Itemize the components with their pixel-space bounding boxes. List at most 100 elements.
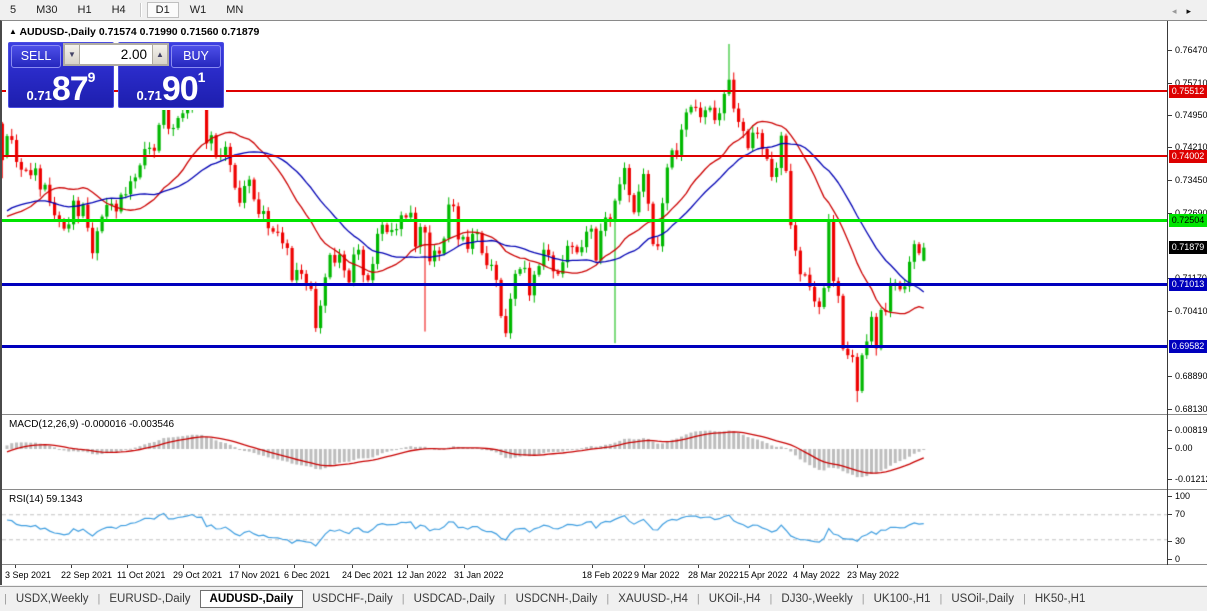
price-tick-label: 0.76470: [1175, 45, 1207, 55]
panel-collapse-icon[interactable]: ▲: [9, 27, 17, 36]
level-price-badge: 0.72504: [1169, 214, 1207, 228]
level-line[interactable]: [2, 283, 1167, 287]
tab-scroll-left-icon[interactable]: ◂: [1172, 6, 1187, 16]
date-tick-mark: [644, 565, 645, 568]
tab-eurusd-daily[interactable]: EURUSD-,Daily: [100, 590, 199, 608]
tab-hk50-h1[interactable]: HK50-,H1: [1026, 590, 1095, 608]
volume-decrease-button[interactable]: ▼: [64, 44, 80, 65]
rsi-tick-dash: [1168, 558, 1172, 560]
toolbar-separator: [139, 3, 142, 17]
date-tick-label: 22 Sep 2021: [61, 570, 113, 580]
tab-uk100-h1[interactable]: UK100-,H1: [865, 590, 940, 608]
timeframe-button-h1[interactable]: H1: [69, 2, 101, 18]
macd-indicator-pane: MACD(12,26,9) -0.000016 -0.003546: [2, 415, 1167, 489]
date-tick-mark: [71, 565, 72, 568]
date-tick-mark: [857, 565, 858, 568]
level-price-badge: 0.69582: [1169, 340, 1207, 353]
price-tick-dash: [1168, 147, 1172, 149]
date-tick-label: 24 Dec 2021: [342, 570, 394, 580]
tab-usdcnh-daily[interactable]: USDCNH-,Daily: [507, 590, 607, 608]
level-line[interactable]: [2, 155, 1167, 158]
macd-canvas[interactable]: [2, 415, 1167, 489]
rsi-canvas[interactable]: [2, 490, 1167, 564]
timeframe-button-m30[interactable]: M30: [27, 2, 66, 18]
buy-button[interactable]: BUY: [171, 45, 221, 68]
price-tick-dash: [1168, 409, 1172, 411]
tab-usdcad-daily[interactable]: USDCAD-,Daily: [405, 590, 504, 608]
date-tick-mark: [352, 565, 353, 568]
date-tick-mark: [183, 565, 184, 568]
chart-symbol-period: AUDUSD-,Daily: [19, 26, 96, 38]
tab-usdchf-daily[interactable]: USDCHF-,Daily: [303, 590, 402, 608]
date-tick-mark: [464, 565, 465, 568]
price-tick-label: 0.73450: [1175, 175, 1207, 185]
sell-price: 0.71879: [9, 70, 113, 106]
volume-input[interactable]: 2.00: [80, 44, 152, 65]
one-click-trading-panel: SELL 0.71879 BUY 0.71901 ▼ 2.00 ▲: [8, 42, 224, 108]
rsi-tick-label: 30: [1175, 536, 1186, 546]
timeframe-button-5[interactable]: 5: [1, 2, 25, 18]
date-tick-mark: [407, 565, 408, 568]
level-price-badge: 0.75512: [1169, 84, 1207, 98]
rsi-tick-dash: [1168, 496, 1172, 497]
rsi-tick-label: 70: [1175, 508, 1186, 519]
date-tick-label: 31 Jan 2022: [454, 570, 504, 580]
chart-header: ▲ AUDUSD-,Daily 0.71574 0.71990 0.71560 …: [9, 26, 259, 38]
tab-audusd-daily[interactable]: AUDUSD-,Daily: [199, 590, 304, 608]
price-tick-label: 0.68130: [1175, 404, 1207, 415]
timeframe-button-h4[interactable]: H4: [103, 2, 135, 18]
macd-tick-dash: [1168, 448, 1172, 449]
rsi-tick-dash: [1168, 541, 1172, 542]
buy-price: 0.71901: [119, 70, 223, 106]
level-price-badge: 0.74002: [1169, 149, 1207, 163]
price-tick-dash: [1168, 310, 1172, 312]
sell-button[interactable]: SELL: [11, 45, 61, 68]
rsi-tick-label: 100: [1175, 491, 1191, 501]
date-tick-label: 9 Mar 2022: [634, 570, 680, 580]
tab-scroll-right-icon[interactable]: ▸: [1186, 6, 1201, 16]
buy-price-sup: 1: [197, 69, 206, 85]
volume-increase-button[interactable]: ▲: [152, 44, 168, 65]
time-axis[interactable]: 3 Sep 2021 22 Sep 2021 11 Oct 2021 29 Oct 2…: [2, 565, 1207, 585]
tab-xauusd-h4[interactable]: XAUUSD-,H4: [609, 590, 697, 608]
date-tick-mark: [803, 565, 804, 568]
date-tick-mark: [698, 565, 699, 568]
current-price-badge: 0.71879: [1169, 241, 1207, 255]
tab-usoil-daily[interactable]: USOil-,Daily: [942, 590, 1023, 608]
tab-dj30-weekly[interactable]: DJ30-,Weekly: [772, 590, 861, 608]
date-tick-label: 4 May 2022: [793, 570, 841, 580]
price-tick-dash: [1168, 180, 1172, 181]
chart-window: ▲ AUDUSD-,Daily 0.71574 0.71990 0.71560 …: [0, 20, 1207, 585]
timeframe-button-d1[interactable]: D1: [146, 2, 179, 18]
date-tick-label: 17 Nov 2021: [229, 570, 281, 580]
date-tick-mark: [127, 565, 128, 568]
level-line[interactable]: [2, 219, 1167, 223]
level-line[interactable]: [2, 345, 1167, 348]
macd-tick-label: -0.01212: [1175, 474, 1207, 484]
timeframe-button-mn[interactable]: MN: [217, 2, 252, 18]
rsi-tick-dash: [1168, 513, 1172, 515]
date-tick-label: 28 Mar 2022: [688, 570, 739, 580]
date-tick-label: 29 Oct 2021: [173, 570, 223, 580]
price-tick-label: 0.68890: [1175, 371, 1207, 382]
date-tick-label: 15 Apr 2022: [739, 570, 788, 580]
macd-label: MACD(12,26,9) -0.000016 -0.003546: [9, 419, 175, 430]
chart-ohlc-values: 0.71574 0.71990 0.71560 0.71879: [98, 26, 260, 38]
date-tick-label: 11 Oct 2021: [117, 570, 166, 580]
tab-ukoil-h4[interactable]: UKOil-,H4: [700, 590, 770, 608]
price-tick-dash: [1168, 115, 1172, 117]
sell-price-big: 87: [51, 70, 89, 108]
date-tick-label: 18 Feb 2022: [582, 570, 633, 580]
macd-tick-label: 0.008197: [1175, 425, 1207, 435]
price-tick-dash: [1168, 376, 1172, 378]
rsi-indicator-pane: RSI(14) 59.1343: [2, 490, 1167, 564]
rsi-tick-label: 0: [1175, 553, 1181, 564]
date-tick-mark: [294, 565, 295, 568]
tab-usdx-weekly[interactable]: USDX,Weekly: [7, 590, 98, 608]
buy-price-big: 90: [161, 70, 199, 108]
date-tick-mark: [15, 565, 16, 568]
macd-tick-dash: [1168, 479, 1172, 480]
volume-spinner: ▼ 2.00 ▲: [63, 43, 169, 66]
tab-scroll-buttons: ◂▸: [1172, 6, 1201, 17]
timeframe-button-w1[interactable]: W1: [181, 2, 216, 18]
